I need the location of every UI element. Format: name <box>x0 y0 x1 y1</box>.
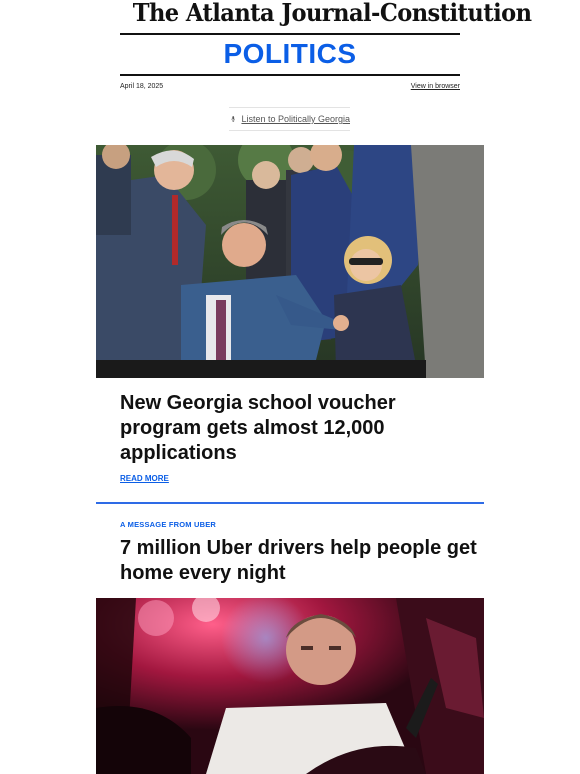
sponsor-photo-illustration <box>96 598 484 774</box>
sponsor-headline[interactable]: 7 million Uber drivers help people get h… <box>120 536 480 586</box>
masthead-logo[interactable]: The Atlanta Journal-Constitution <box>120 0 532 26</box>
read-more-link[interactable]: READ MORE <box>120 474 169 483</box>
hero-photo[interactable] <box>96 145 484 378</box>
podcast-label: Listen to Politically Georgia <box>241 114 350 124</box>
sponsor-photo[interactable] <box>96 598 484 774</box>
masthead-rule-top <box>120 33 460 35</box>
hero-photo-illustration <box>96 145 484 378</box>
story-headline[interactable]: New Georgia school voucher program gets … <box>120 391 420 466</box>
view-in-browser-link[interactable]: View in browser <box>411 83 460 90</box>
sponsor-label: A MESSAGE FROM UBER <box>120 520 217 529</box>
podcast-link[interactable]: Listen to Politically Georgia <box>229 107 350 131</box>
microphone-icon <box>231 116 235 122</box>
masthead-title: The Atlanta Journal-Constitution <box>132 0 532 27</box>
section-title: POLITICS <box>223 38 357 69</box>
section-divider <box>96 502 484 504</box>
masthead-rule-bottom <box>120 74 460 76</box>
issue-date: April 18, 2025 <box>120 83 164 90</box>
